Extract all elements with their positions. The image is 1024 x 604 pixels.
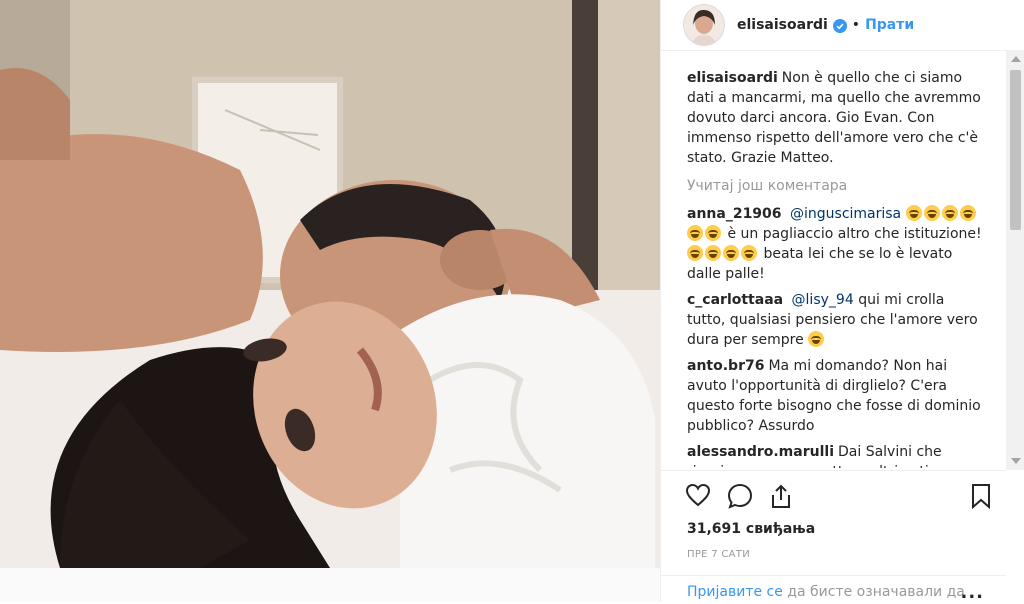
heart-icon[interactable] bbox=[685, 483, 711, 509]
laughing-emoji-icon bbox=[941, 205, 958, 221]
share-icon[interactable] bbox=[769, 483, 793, 509]
laughing-emoji-icon bbox=[959, 205, 976, 221]
comment-item: c_carlottaaa @lisy_94 qui mi crolla tutt… bbox=[661, 290, 1006, 350]
login-prompt: Пријавите се да бисте означавали да bbox=[687, 584, 965, 600]
caption: elisaisoardi Non è quello che ci siamo da… bbox=[661, 68, 1006, 168]
comments-scrollbar[interactable] bbox=[1006, 50, 1024, 470]
comment-item: anto.br76 Ma mi domando? Non hai avuto l'… bbox=[661, 356, 1006, 436]
scroll-down-arrow-icon[interactable] bbox=[1011, 458, 1021, 464]
laughing-emoji-icon bbox=[808, 331, 825, 347]
photo-bottom-strip bbox=[0, 568, 660, 602]
bookmark-icon[interactable] bbox=[970, 483, 992, 509]
comment-text: è un pagliaccio altro che istituzione! bbox=[727, 226, 982, 242]
follow-button[interactable]: Прати bbox=[865, 17, 914, 33]
laughing-emoji-icon bbox=[905, 205, 922, 221]
comment-username[interactable]: c_carlottaaa bbox=[687, 292, 783, 308]
post-photo[interactable] bbox=[0, 0, 660, 568]
login-prompt-bar: Пријавите се да бисте означавали да ... bbox=[661, 575, 1006, 604]
header-username[interactable]: elisaisoardi bbox=[737, 17, 828, 33]
login-prompt-text: да бисте означавали да bbox=[787, 584, 965, 600]
laughing-emoji-icon bbox=[687, 225, 703, 241]
laughing-emoji-icon bbox=[705, 245, 721, 261]
scrollbar-thumb[interactable] bbox=[1010, 70, 1021, 230]
laughing-emoji-icon bbox=[705, 225, 721, 241]
likes-count[interactable]: 31,691 свиђања bbox=[687, 521, 815, 537]
post-actions: 31,691 свиђања Пре 7 сати Пријавите се д… bbox=[661, 470, 1006, 603]
login-link[interactable]: Пријавите се bbox=[687, 584, 783, 600]
verified-badge-icon bbox=[832, 18, 847, 33]
caption-username[interactable]: elisaisoardi bbox=[687, 70, 778, 86]
load-more-comments-button[interactable]: Учитај још коментара bbox=[661, 178, 1006, 194]
comment-bubble-icon[interactable] bbox=[727, 483, 753, 509]
comment-username[interactable]: anna_21906 bbox=[687, 206, 782, 222]
action-icons bbox=[685, 483, 793, 509]
comment-username[interactable]: anto.br76 bbox=[687, 358, 764, 374]
comment-mention[interactable]: @lisy_94 bbox=[792, 292, 854, 308]
more-options-icon[interactable]: ... bbox=[960, 582, 984, 603]
post-timestamp[interactable]: Пре 7 сати bbox=[687, 549, 750, 560]
laughing-emoji-icon bbox=[723, 245, 739, 261]
comments-list: elisaisoardi Non è quello che ci siamo da… bbox=[661, 68, 1006, 468]
scroll-up-arrow-icon[interactable] bbox=[1011, 56, 1021, 62]
laughing-emoji-icon bbox=[923, 205, 940, 221]
laughing-emoji-icon bbox=[741, 245, 757, 261]
comment-item: alessandro.marulliDai Salvini che riesci… bbox=[661, 442, 1006, 468]
photo-image bbox=[0, 0, 660, 568]
avatar[interactable] bbox=[683, 4, 725, 46]
comment-item: anna_21906 @inguscimarisa è un pagliacci… bbox=[661, 204, 1006, 284]
comment-username[interactable]: alessandro.marulli bbox=[687, 444, 834, 460]
avatar-image bbox=[684, 5, 724, 45]
laughing-emoji-icon bbox=[687, 245, 703, 261]
header-separator: • bbox=[851, 17, 861, 33]
post-sidebar: elisaisoardi • Прати elisaisoardi Non è q… bbox=[660, 0, 1024, 603]
comment-mention[interactable]: @inguscimarisa bbox=[790, 206, 901, 222]
post-header: elisaisoardi • Прати bbox=[661, 0, 1006, 51]
